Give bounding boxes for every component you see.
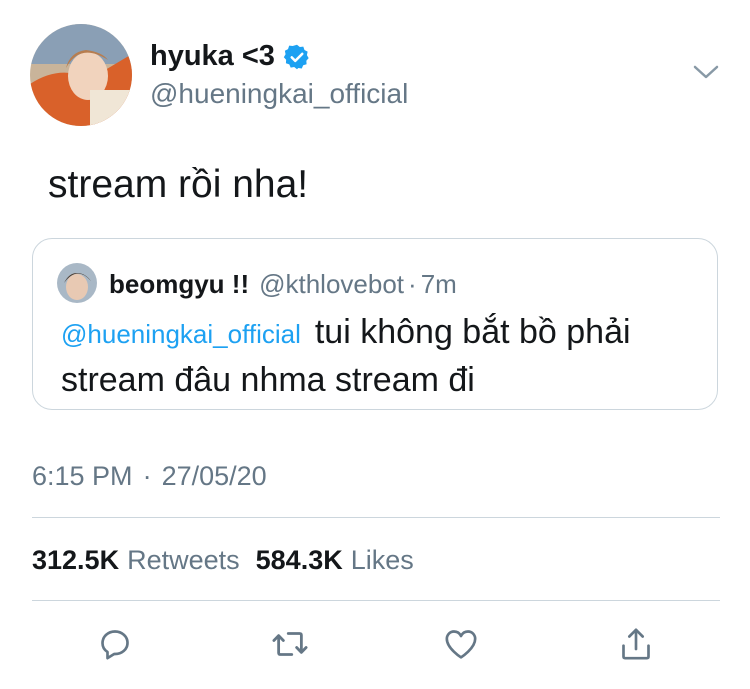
retweets-count[interactable]: 312.5K (32, 545, 119, 576)
author-avatar[interactable] (30, 24, 132, 126)
reply-icon (101, 630, 129, 660)
engagement-stats: 312.5K Retweets 584.3K Likes (32, 545, 414, 576)
share-icon (622, 628, 650, 660)
share-button[interactable] (614, 622, 658, 666)
reply-button[interactable] (93, 622, 137, 666)
chevron-down-icon[interactable] (692, 62, 720, 82)
like-icon (445, 630, 477, 659)
quoted-display-name: beomgyu !! (109, 269, 250, 299)
quoted-header: beomgyu !! @kthlovebot · 7m (109, 269, 457, 300)
quoted-text-line-2: stream đâu nhma stream đi (61, 361, 475, 399)
divider (32, 600, 720, 601)
author-name-row: hyuka <3 (150, 40, 311, 73)
quoted-author-avatar (57, 263, 97, 303)
quoted-handle: @kthlovebot (259, 269, 405, 299)
tweet-timestamp[interactable]: 6:15 PM · 27/05/20 (32, 461, 267, 492)
tweet-date: 27/05/20 (161, 461, 267, 491)
quoted-time: 7m (420, 269, 457, 299)
quoted-text-part-1: tui không bắt bồ phải (314, 313, 631, 351)
retweet-icon (272, 632, 308, 656)
quoted-text-line-1: @hueningkai_official tui không bắt bồ ph… (61, 313, 631, 352)
retweets-label[interactable]: Retweets (127, 545, 240, 576)
tweet-text: stream rồi nha! (48, 163, 309, 206)
quoted-separator: · (408, 269, 417, 299)
timestamp-separator: · (142, 461, 152, 491)
tweet-time: 6:15 PM (32, 461, 133, 491)
retweet-button[interactable] (268, 622, 312, 666)
verified-badge-icon (283, 44, 309, 69)
likes-count[interactable]: 584.3K (256, 545, 343, 576)
like-button[interactable] (439, 622, 483, 666)
quoted-mention-link[interactable]: @hueningkai_official (61, 319, 301, 350)
quoted-tweet[interactable]: beomgyu !! @kthlovebot · 7m @hueningkai_… (32, 238, 718, 410)
author-handle[interactable]: @hueningkai_official (150, 78, 408, 110)
author-display-name[interactable]: hyuka <3 (150, 40, 275, 73)
likes-label[interactable]: Likes (351, 545, 414, 576)
divider (32, 517, 720, 518)
